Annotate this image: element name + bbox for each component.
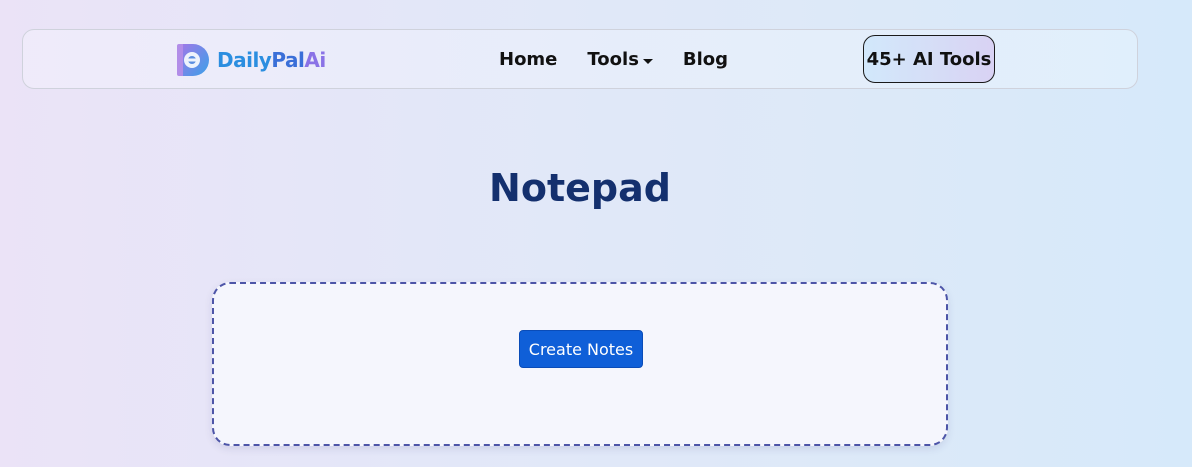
nav-tools-label: Tools	[587, 48, 639, 70]
nav-blog[interactable]: Blog	[683, 49, 728, 70]
caret-down-icon	[642, 58, 653, 64]
page-title: Notepad	[489, 166, 671, 210]
dailypal-logo-icon	[177, 44, 209, 76]
brand-name-ai: Ai	[304, 48, 326, 72]
nav-links: Home Tools Blog	[499, 30, 728, 88]
create-notes-button[interactable]: Create Notes	[519, 330, 643, 368]
navbar: Daily Pal Ai Home Tools Blog 45+ AI Tool…	[22, 29, 1138, 89]
brand-name-pal: Pal	[271, 48, 305, 72]
nav-tools-dropdown[interactable]: Tools	[587, 49, 653, 70]
brand-name: Daily Pal Ai	[217, 48, 326, 72]
nav-home-label: Home	[499, 48, 558, 70]
brand-name-daily: Daily	[217, 48, 272, 72]
notes-container: Create Notes	[212, 282, 948, 446]
nav-blog-label: Blog	[682, 48, 729, 70]
nav-home[interactable]: Home	[499, 49, 557, 70]
ai-tools-button[interactable]: 45+ AI Tools	[863, 35, 995, 83]
brand[interactable]: Daily Pal Ai	[175, 41, 326, 79]
